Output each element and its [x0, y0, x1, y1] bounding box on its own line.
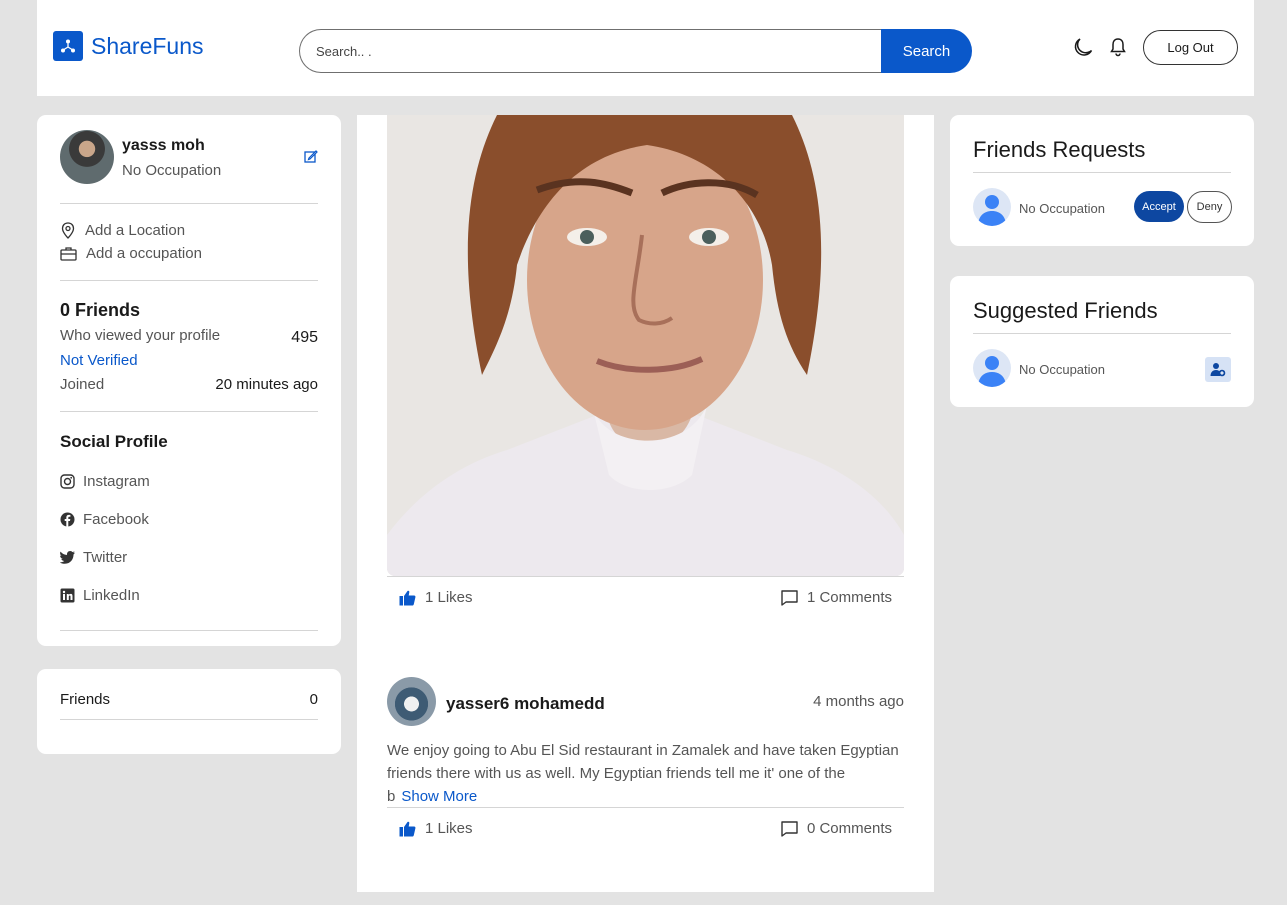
post-actions: 1 Likes 1 Comments: [387, 576, 904, 618]
post-actions: 1 Likes 0 Comments: [387, 807, 904, 849]
profile-occupation: No Occupation: [122, 162, 222, 179]
feed: 1 Likes 1 Comments yasser6 mohamedd 4 mo…: [357, 115, 934, 892]
friends-row[interactable]: Friends 0: [60, 691, 318, 708]
like-button[interactable]: 1 Likes: [399, 589, 473, 606]
suggested-friends-card: Suggested Friends No Occupation: [950, 276, 1254, 407]
divider: [60, 719, 318, 720]
suggested-friends-title: Suggested Friends: [973, 298, 1158, 323]
joined-label: Joined: [60, 376, 105, 393]
social-link-instagram[interactable]: Instagram: [60, 473, 150, 490]
user-icon: [978, 195, 1006, 226]
divider: [60, 280, 318, 281]
like-button[interactable]: 1 Likes: [399, 820, 473, 837]
user-icon: [978, 356, 1006, 387]
facebook-icon: [60, 512, 75, 527]
divider: [60, 411, 318, 412]
comment-button[interactable]: 0 Comments: [781, 820, 892, 837]
top-navbar: ShareFuns Search Log Out: [37, 0, 1254, 96]
twitter-label: Twitter: [83, 549, 128, 566]
request-occupation: No Occupation: [1019, 201, 1105, 216]
like-count: 1 Likes: [425, 820, 473, 837]
divider: [973, 333, 1231, 334]
search-bar: Search: [299, 29, 972, 73]
search-button[interactable]: Search: [881, 29, 972, 73]
like-count: 1 Likes: [425, 589, 473, 606]
thumbs-up-icon: [399, 590, 416, 605]
twitter-icon: [60, 551, 75, 564]
comment-count: 0 Comments: [806, 820, 892, 837]
share-logo-icon: [53, 31, 83, 61]
social-profile-title: Social Profile: [60, 432, 168, 451]
friends-count-value: 0: [309, 691, 318, 708]
search-input[interactable]: [299, 29, 881, 73]
joined-value: 20 minutes ago: [215, 376, 318, 393]
comment-icon: [781, 820, 798, 837]
post-text-line: b: [387, 788, 396, 805]
briefcase-icon: [60, 247, 77, 261]
portrait-photo: [387, 115, 904, 576]
comment-count: 1 Comments: [806, 589, 892, 606]
post-text: We enjoy going to Abu El Sid restaurant …: [387, 739, 904, 808]
add-user-icon: [1210, 363, 1226, 377]
profile-views-label: Who viewed your profile: [60, 327, 221, 344]
instagram-icon: [60, 474, 75, 489]
friends-count[interactable]: 0 Friends: [60, 300, 140, 321]
profile-card: yasss moh No Occupation Add a Location A…: [37, 115, 341, 646]
moon-icon[interactable]: [1072, 36, 1094, 58]
location-pin-icon: [61, 222, 75, 239]
divider: [60, 630, 318, 631]
linkedin-icon: [60, 588, 75, 603]
profile-views-value: 495: [291, 329, 318, 346]
post-author-name[interactable]: yasser6 mohamedd: [446, 694, 605, 714]
divider: [973, 172, 1231, 173]
add-friend-button[interactable]: [1205, 357, 1231, 382]
profile-views-row: Who viewed your profile 495: [60, 327, 318, 346]
brand-name: ShareFuns: [91, 32, 204, 59]
brand[interactable]: ShareFuns: [53, 31, 204, 61]
avatar[interactable]: [60, 130, 114, 184]
social-link-facebook[interactable]: Facebook: [60, 511, 149, 528]
logout-button[interactable]: Log Out: [1143, 30, 1238, 65]
post-image[interactable]: [387, 115, 904, 576]
linkedin-label: LinkedIn: [83, 587, 140, 604]
add-occupation-label: Add a occupation: [86, 245, 202, 262]
friend-requests-title: Friends Requests: [973, 137, 1146, 162]
verification-status-link[interactable]: Not Verified: [60, 352, 138, 369]
instagram-label: Instagram: [83, 473, 150, 490]
edit-icon[interactable]: [303, 149, 318, 164]
suggested-occupation: No Occupation: [1019, 362, 1105, 377]
post-author-avatar[interactable]: [387, 677, 436, 726]
bell-icon[interactable]: [1109, 37, 1127, 57]
add-occupation-link[interactable]: Add a occupation: [60, 245, 202, 262]
facebook-label: Facebook: [83, 511, 149, 528]
friend-requests-card: Friends Requests No Occupation Accept De…: [950, 115, 1254, 246]
deny-button[interactable]: Deny: [1187, 191, 1232, 223]
comment-icon: [781, 589, 798, 606]
friends-label: Friends: [60, 691, 111, 708]
social-link-linkedin[interactable]: LinkedIn: [60, 587, 140, 604]
show-more-link[interactable]: Show More: [401, 788, 477, 805]
post-text-line: friends there with us as well. My Egypti…: [387, 765, 846, 782]
thumbs-up-icon: [399, 821, 416, 836]
add-location-label: Add a Location: [85, 222, 186, 239]
divider: [60, 203, 318, 204]
social-link-twitter[interactable]: Twitter: [60, 549, 127, 566]
comment-button[interactable]: 1 Comments: [781, 589, 892, 606]
post-timestamp: 4 months ago: [813, 693, 904, 710]
user-placeholder-avatar[interactable]: [973, 349, 1011, 387]
post-text-line: We enjoy going to Abu El Sid restaurant …: [387, 742, 899, 759]
user-placeholder-avatar[interactable]: [973, 188, 1011, 226]
accept-button[interactable]: Accept: [1134, 191, 1184, 222]
joined-row: Joined 20 minutes ago: [60, 376, 318, 393]
profile-name[interactable]: yasss moh: [122, 137, 205, 155]
add-location-link[interactable]: Add a Location: [60, 222, 185, 239]
friends-list-card: Friends 0: [37, 669, 341, 754]
